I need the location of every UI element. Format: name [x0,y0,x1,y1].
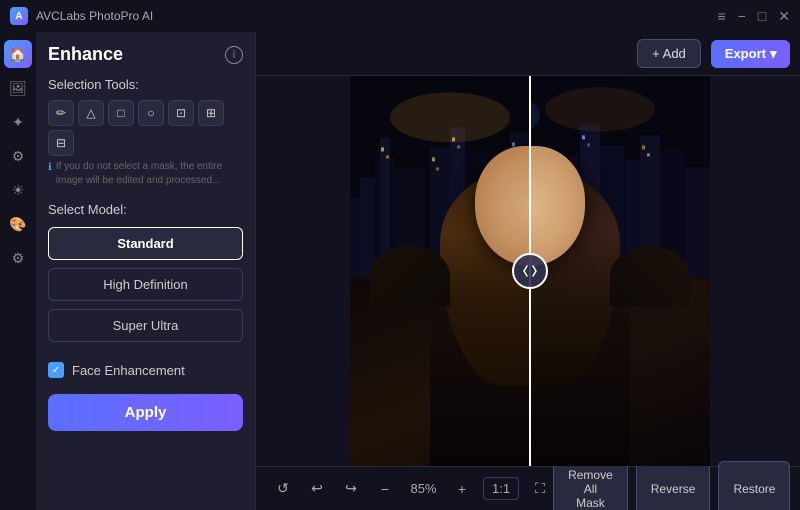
remove-mask-button[interactable]: Remove All Mask [553,461,628,510]
sidebar-icon-enhance[interactable]: ✦ [4,108,32,136]
fit-button[interactable]: ⛶ [527,476,553,502]
zoom-in-button[interactable]: + [449,476,475,502]
tool-smart[interactable]: ⊡ [168,100,194,126]
image-right-half [530,76,710,466]
app-icon: A [10,7,28,25]
zoom-level-display: 85% [406,481,441,496]
app-title: AVCLabs PhotoPro AI [36,9,153,23]
image-area [256,76,800,466]
zoom-controls: ↺ ↩ ↪ − 85% + 1:1 ⛶ [270,476,553,502]
model-label: Select Model: [48,202,243,217]
tools-row: ✏ △ □ ○ ⊡ ⊞ ⊟ [48,100,243,156]
panel-title: Enhance [48,44,123,65]
image-left-half [350,76,530,466]
restore-button[interactable]: Restore [718,461,790,510]
top-toolbar: + Add Export ▾ [256,32,800,76]
sidebar-icon-adjust[interactable]: ⚙ [4,142,32,170]
refresh-button[interactable]: ↺ [270,476,296,502]
apply-button[interactable]: Apply [48,394,243,431]
sidebar-icon-settings[interactable]: ⚙ [4,244,32,272]
tool-rect[interactable]: □ [108,100,134,126]
redo-button[interactable]: ↪ [338,476,364,502]
panel-header: Enhance i [48,44,243,65]
reverse-button[interactable]: Reverse [636,461,711,510]
left-panel: Enhance i Selection Tools: ✏ △ □ ○ ⊡ ⊞ ⊟… [36,32,256,510]
face-enhancement-label: Face Enhancement [72,363,185,378]
model-standard-btn[interactable]: Standard [48,227,243,260]
tool-lasso[interactable]: △ [78,100,104,126]
split-handle[interactable] [512,253,548,289]
menu-icon[interactable]: ≡ [717,9,725,23]
tool-remove[interactable]: ⊟ [48,130,74,156]
hint-icon: ℹ [48,161,52,175]
model-ultra-btn[interactable]: Super Ultra [48,309,243,342]
bottom-toolbar: ↺ ↩ ↪ − 85% + 1:1 ⛶ [256,466,800,510]
export-button[interactable]: Export ▾ [711,40,791,68]
bottom-actions: Remove All Mask Reverse Restore [553,461,790,510]
face-enhancement-row: ✓ Face Enhancement [48,362,243,378]
sidebar-icon-color[interactable]: 🎨 [4,210,32,238]
content-area: + Add Export ▾ [256,32,800,510]
minimize-button[interactable]: − [738,9,746,23]
selection-tools-label: Selection Tools: [48,77,243,92]
face-enhancement-checkbox[interactable]: ✓ [48,362,64,378]
tool-ellipse[interactable]: ○ [138,100,164,126]
tool-pen[interactable]: ✏ [48,100,74,126]
main-layout: 🏠 🖼 ✦ ⚙ ☀ 🎨 ⚙ Enhance i Selection Tools:… [0,32,800,510]
close-button[interactable]: ✕ [778,9,790,23]
hint-text: ℹ If you do not select a mask, the entir… [48,160,243,188]
undo-button[interactable]: ↩ [304,476,330,502]
sidebar-icon-light[interactable]: ☀ [4,176,32,204]
sidebar-icon-home[interactable]: 🏠 [4,40,32,68]
sidebar-icon-gallery[interactable]: 🖼 [4,74,32,102]
title-bar-left: A AVCLabs PhotoPro AI [10,7,153,25]
maximize-button[interactable]: □ [758,9,766,23]
add-button[interactable]: + Add [637,39,701,68]
sidebar-icons: 🏠 🖼 ✦ ⚙ ☀ 🎨 ⚙ [0,32,36,510]
title-bar: A AVCLabs PhotoPro AI ≡ − □ ✕ [0,0,800,32]
model-hd-btn[interactable]: High Definition [48,268,243,301]
info-icon[interactable]: i [225,46,243,64]
export-chevron-icon: ▾ [770,46,777,62]
image-container [350,76,710,466]
zoom-ratio-display: 1:1 [483,477,519,500]
window-controls: ≡ − □ ✕ [717,9,790,23]
tool-add[interactable]: ⊞ [198,100,224,126]
zoom-out-button[interactable]: − [372,476,398,502]
